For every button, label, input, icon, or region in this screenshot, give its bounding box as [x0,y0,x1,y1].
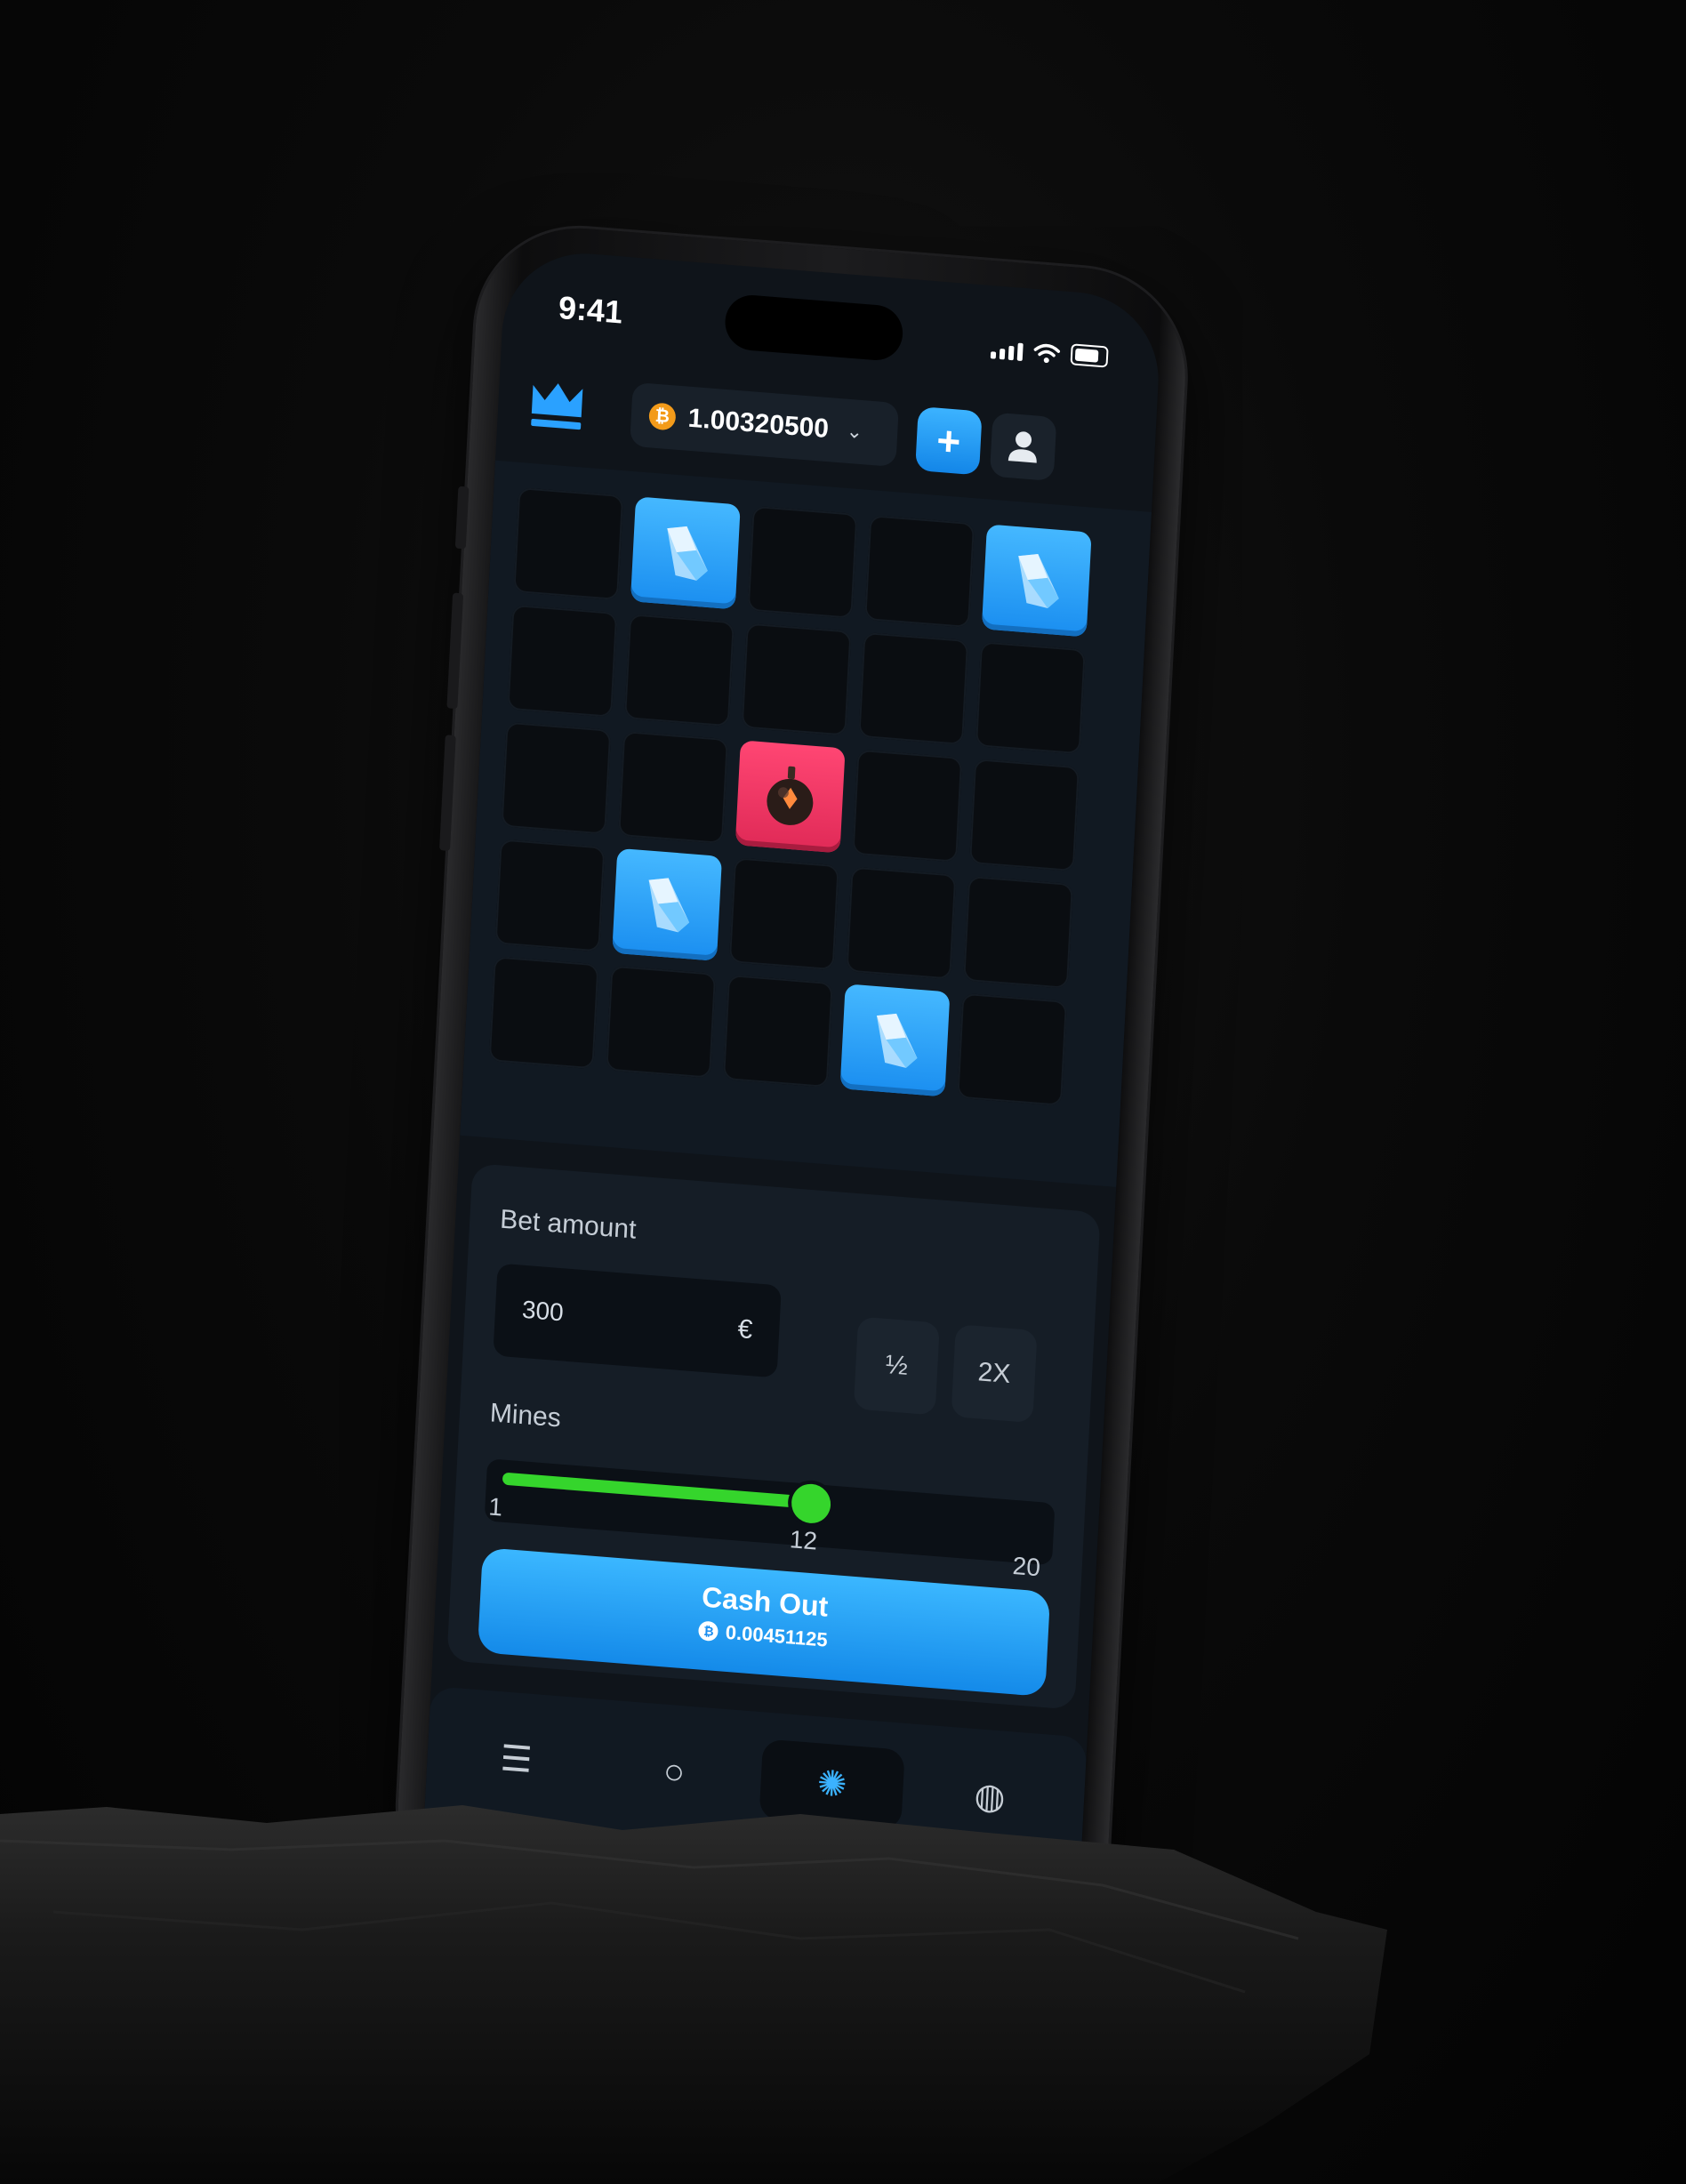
hidden-tile[interactable] [747,505,858,619]
tile-grid [488,486,1092,1106]
volume-up-button [446,592,464,710]
hidden-tile[interactable] [501,721,612,835]
mines-slider-fill [502,1472,812,1509]
dynamic-island [723,293,904,363]
mines-max-label: 20 [1011,1551,1041,1582]
hidden-tile[interactable] [858,631,969,745]
action-button [454,486,470,550]
balance-amount: 1.00320500 [686,403,830,445]
double-bet-button[interactable]: 2X [951,1324,1038,1424]
hidden-tile[interactable] [606,965,717,1079]
hidden-tile[interactable] [513,486,624,601]
cellular-signal-icon [990,341,1024,362]
menu-icon: ☰ [499,1738,534,1781]
app-screen: 9:41 ₿ 1.00320500 ⌄ + Bet amount 300 € ½… [419,247,1163,1960]
diamond-gem-icon [667,526,708,581]
hidden-tile[interactable] [963,875,1073,989]
bet-amount-value: 300 [521,1295,565,1327]
bet-controls-panel: Bet amount 300 € ½ 2X Mines 1 12 20 Cash… [446,1162,1101,1710]
bet-amount-input[interactable]: 300 € [493,1263,782,1378]
bitcoin-icon: ₿ [698,1620,719,1642]
wifi-icon [1033,343,1061,364]
gem-tile[interactable] [630,496,741,610]
mines-value-label: 12 [789,1525,818,1555]
mines-min-label: 1 [487,1492,503,1522]
hidden-tile[interactable] [722,974,833,1088]
chevron-down-icon: ⌄ [846,419,863,444]
battery-icon [1070,343,1109,368]
hidden-tile[interactable] [624,614,735,727]
gem-tile[interactable] [612,847,723,961]
user-icon [1008,431,1037,463]
mine-tile[interactable] [735,740,846,854]
hidden-tile[interactable] [507,604,618,718]
phone: 9:41 ₿ 1.00320500 ⌄ + Bet amount 300 € ½… [392,220,1208,1983]
diamond-gem-icon [876,1013,918,1068]
mines-board [460,460,1152,1187]
bomb-icon [767,766,814,825]
hidden-tile[interactable] [864,515,975,629]
hidden-tile[interactable] [846,866,957,980]
half-bet-button[interactable]: ½ [853,1316,940,1416]
status-time: 9:41 [558,288,624,331]
diamond-gem-icon [1018,553,1059,609]
bitcoin-icon: ₿ [648,402,677,431]
hidden-tile[interactable] [488,956,599,1070]
bet-amount-label: Bet amount [499,1204,638,1245]
volume-down-button [438,735,456,852]
deposit-button[interactable]: + [915,405,983,476]
hidden-tile[interactable] [957,992,1068,1106]
hidden-tile[interactable] [741,622,852,736]
diamond-gem-icon [648,878,690,933]
rock-pedestal [0,1805,1387,2184]
balance-selector[interactable]: ₿ 1.00320500 ⌄ [630,381,900,468]
hidden-tile[interactable] [975,641,1086,755]
gem-tile[interactable] [981,524,1092,638]
mines-label: Mines [489,1398,562,1433]
profile-button[interactable] [989,412,1057,482]
hidden-tile[interactable] [852,749,963,863]
gem-tile[interactable] [839,984,951,1097]
crown-logo-icon[interactable] [529,380,585,434]
hidden-tile[interactable] [728,857,839,971]
scene-background: 9:41 ₿ 1.00320500 ⌄ + Bet amount 300 € ½… [0,0,1686,2184]
cash-out-amount: 0.00451125 [725,1620,829,1651]
mines-slider[interactable] [484,1458,1056,1566]
euro-currency-icon: € [736,1313,754,1345]
hidden-tile[interactable] [618,730,728,845]
hidden-tile[interactable] [969,759,1080,872]
status-icons [990,337,1109,368]
mines-slider-handle[interactable] [791,1482,832,1525]
phone-frame: 9:41 ₿ 1.00320500 ⌄ + Bet amount 300 € ½… [392,220,1191,1964]
cash-out-button[interactable]: Cash Out ₿ 0.00451125 [477,1547,1051,1698]
hidden-tile[interactable] [494,839,606,952]
